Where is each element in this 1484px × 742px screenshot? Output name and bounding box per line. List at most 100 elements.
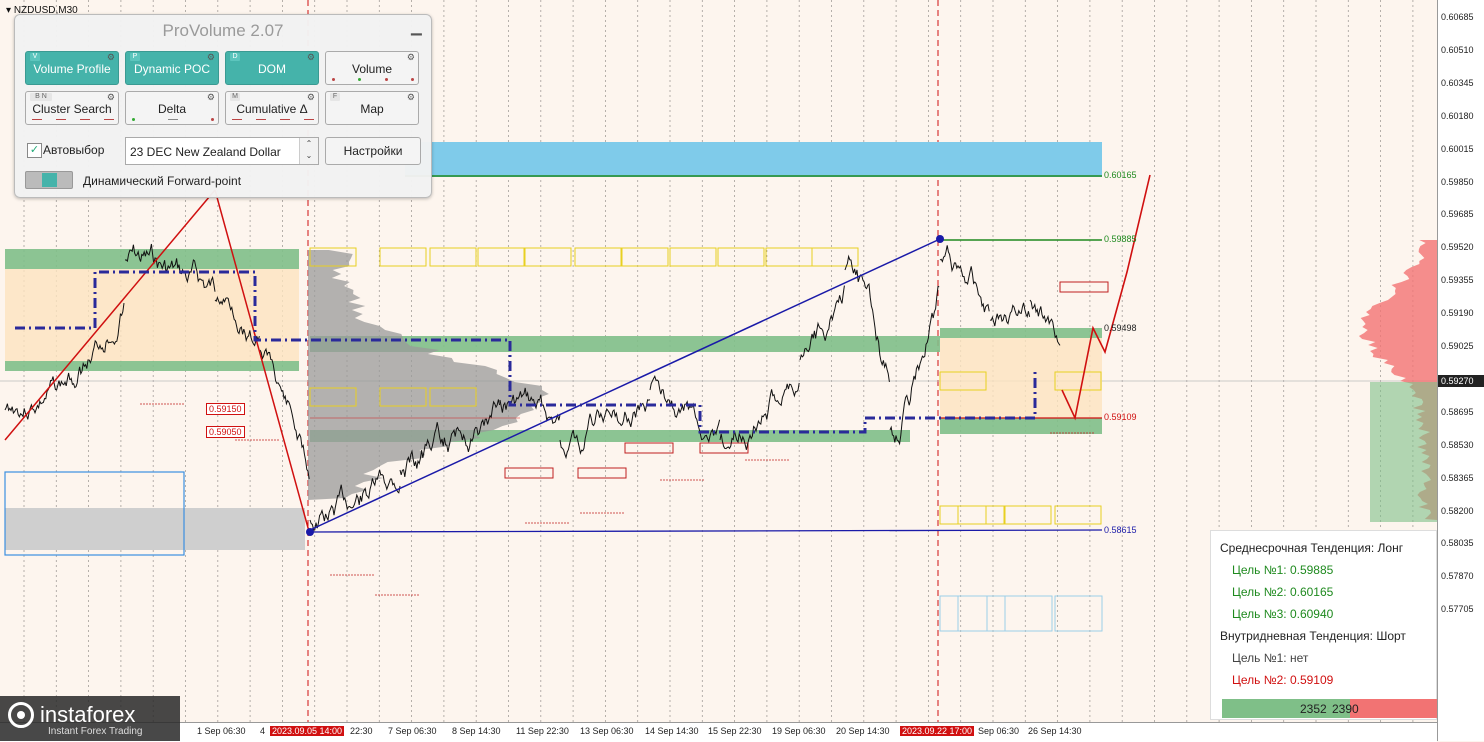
price-tick: 0.60180: [1441, 111, 1474, 121]
volume-balance-bar: 2352 2390: [1222, 699, 1437, 718]
zone: [5, 508, 305, 550]
map-button[interactable]: F ⚙ Map: [325, 91, 419, 125]
delta-button[interactable]: ⚙ Delta: [125, 91, 219, 125]
yellow-box: [430, 248, 476, 266]
spinner-icon[interactable]: ⌃ ⌄: [299, 138, 318, 164]
price-tick: 0.59190: [1441, 308, 1474, 318]
yellow-box: [622, 248, 668, 266]
hotkey-badge: P: [130, 53, 140, 61]
support-line: [310, 530, 1102, 532]
cyan-box: [1055, 596, 1102, 631]
time-tick: 4: [260, 726, 265, 736]
balance-left: 2352: [1300, 702, 1327, 716]
forward-point-label: Динамический Forward-point: [83, 174, 241, 188]
balance-right: 2390: [1332, 702, 1359, 716]
time-tick: 11 Sep 22:30: [516, 726, 569, 736]
time-tick: 26 Sep 14:30: [1028, 726, 1082, 736]
time-tick: 13 Sep 06:30: [580, 726, 634, 736]
yellow-box: [1055, 506, 1101, 524]
level-label-59150: 0.59150: [206, 403, 245, 415]
yellow-box: [575, 248, 621, 266]
zone: [940, 418, 1102, 434]
trend-info-panel: Среднесрочная Тенденция: Лонг Цель №1: 0…: [1210, 530, 1437, 720]
minimize-icon[interactable]: ▁: [411, 21, 423, 33]
cyan-box: [1005, 596, 1052, 631]
price-series: [940, 245, 989, 312]
dynamic-poc-button[interactable]: P ⚙ Dynamic POC: [125, 51, 219, 85]
level-label-58615: 0.58615: [1104, 525, 1137, 535]
button-label: DOM: [226, 62, 318, 76]
volume-profile: [308, 250, 549, 500]
dom-button[interactable]: D ⚙ DOM: [225, 51, 319, 85]
indicator-dots: [32, 118, 114, 121]
red-box: [505, 468, 553, 478]
level-label-60165: 0.60165: [1104, 170, 1137, 180]
price-tick: 0.58200: [1441, 506, 1474, 516]
instrument-select[interactable]: 23 DEC New Zealand Dollar ⌃ ⌄: [125, 137, 319, 165]
hotkey-badge: F: [330, 93, 340, 101]
yellow-box: [478, 248, 524, 266]
time-axis[interactable]: 1 Sep 06:30 4 2023.09.05 14:00 22:30 7 Sep …: [0, 722, 1437, 742]
forward-point-toggle[interactable]: [25, 171, 73, 189]
instrument-value: 23 DEC New Zealand Dollar: [130, 145, 281, 159]
button-label: Volume: [326, 62, 418, 76]
price-tick: 0.60345: [1441, 78, 1474, 88]
settings-button[interactable]: Настройки: [325, 137, 421, 165]
cumulative-delta-button[interactable]: M ⚙ Cumulative Δ: [225, 91, 319, 125]
price-tick: 0.59355: [1441, 275, 1474, 285]
price-tick: 0.60685: [1441, 12, 1474, 22]
intraday-target-2: Цель №2: 0.59109: [1232, 673, 1333, 687]
volume-button[interactable]: ⚙ Volume: [325, 51, 419, 85]
price-series: [990, 303, 1030, 326]
level-label-59498: 0.59498: [1104, 323, 1137, 333]
indicator-dots: [232, 118, 314, 121]
price-tick: 0.60015: [1441, 144, 1474, 154]
provolume-panel: ProVolume 2.07 ▁ V ⚙ Volume Profile P ⚙ …: [14, 14, 432, 198]
time-tick: 22:30: [350, 726, 373, 736]
time-tick: 8 Sep 14:30: [452, 726, 501, 736]
hotkey-badge: D: [230, 53, 240, 61]
indicator-dots: [332, 78, 414, 81]
cluster-search-button[interactable]: B N ⚙ Cluster Search: [25, 91, 119, 125]
yellow-box: [1005, 506, 1051, 524]
time-tick: Sep 06:30: [978, 726, 1019, 736]
button-label: Delta: [126, 102, 218, 116]
price-series: [890, 287, 939, 444]
hotkey-badge: B N: [30, 93, 52, 101]
intraday-trend-heading: Внутридневная Тенденция: Шорт: [1220, 629, 1406, 643]
price-tick: 0.59685: [1441, 209, 1474, 219]
medium-target-2: Цель №2: 0.60165: [1232, 585, 1333, 599]
zone: [5, 361, 299, 371]
price-series: [845, 257, 889, 382]
yellow-box: [958, 506, 1004, 524]
yellow-box: [940, 506, 986, 524]
price-scale[interactable]: 0.60685 0.60510 0.60345 0.60180 0.60015 0.598…: [1437, 0, 1484, 741]
current-price-marker: 0.59270: [1438, 375, 1484, 387]
price-tick: 0.58035: [1441, 538, 1474, 548]
level-label-59109: 0.59109: [1104, 412, 1137, 422]
price-tick: 0.59520: [1441, 242, 1474, 252]
red-box: [1060, 282, 1108, 292]
cyan-box: [958, 596, 1005, 631]
yellow-box: [670, 248, 716, 266]
instaforex-logo: instaforex Instant Forex Trading: [0, 696, 180, 741]
autoselect-label: Автовыбор: [43, 143, 104, 157]
yellow-box: [718, 248, 764, 266]
logo-icon: [8, 702, 34, 728]
button-label: Dynamic POC: [126, 62, 218, 76]
price-tick: 0.59850: [1441, 177, 1474, 187]
volume-profile-button[interactable]: V ⚙ Volume Profile: [25, 51, 119, 85]
panel-title: ProVolume 2.07: [15, 21, 431, 41]
time-tick: 2023.09.05 14:00: [270, 726, 344, 736]
price-tick: 0.59025: [1441, 341, 1474, 351]
hotkey-badge: V: [30, 53, 40, 61]
time-tick: 2023.09.22 17:00: [900, 726, 974, 736]
price-tick: 0.58365: [1441, 473, 1474, 483]
cyan-box: [940, 596, 987, 631]
time-tick: 19 Sep 06:30: [772, 726, 826, 736]
red-box: [578, 468, 626, 478]
price-tick: 0.60510: [1441, 45, 1474, 55]
autoselect-checkbox[interactable]: ✓: [27, 143, 42, 158]
button-label: Map: [326, 102, 418, 116]
red-box: [625, 443, 673, 453]
